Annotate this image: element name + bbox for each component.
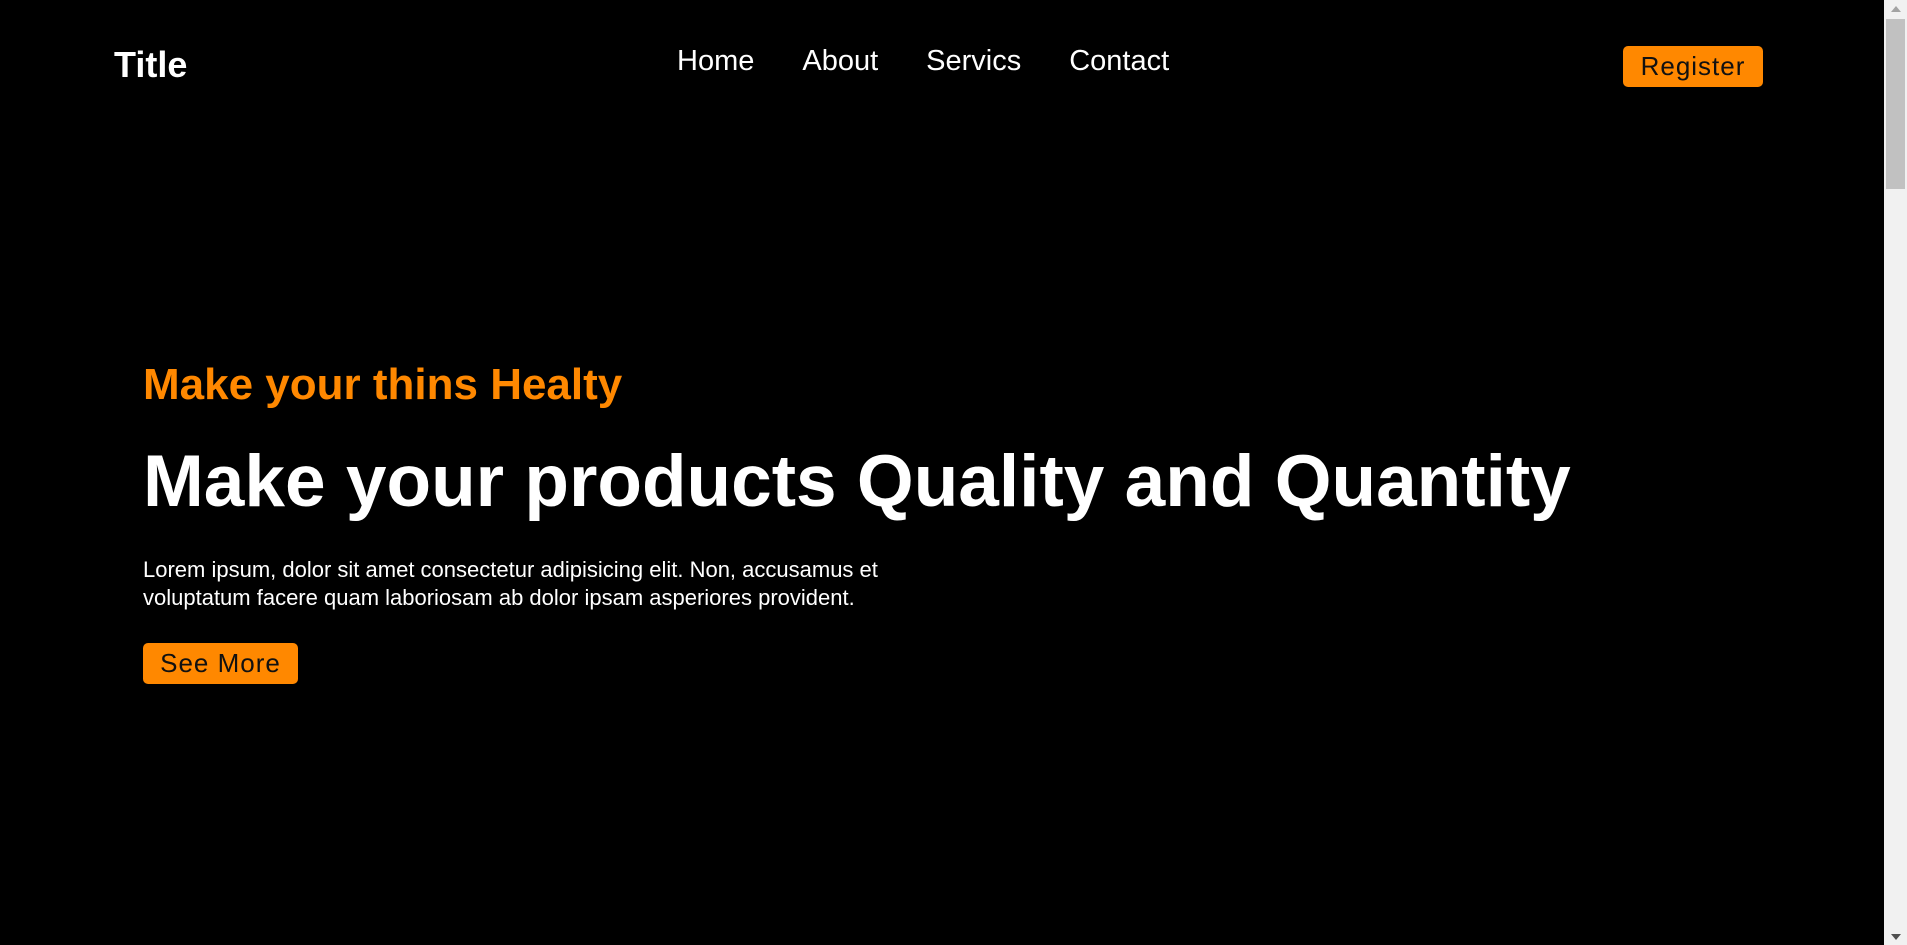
page-viewport: Title Home About Servics Contact Registe…	[0, 0, 1884, 945]
scroll-down-arrow-icon[interactable]	[1884, 928, 1907, 945]
main-nav: Home About Servics Contact	[677, 42, 1169, 80]
hero-headline: Make your products Quality and Quantity	[143, 441, 1571, 522]
nav-link-home[interactable]: Home	[677, 42, 754, 80]
vertical-scrollbar[interactable]	[1884, 0, 1907, 945]
brand-title[interactable]: Title	[114, 44, 187, 86]
hero-description: Lorem ipsum, dolor sit amet consectetur …	[143, 557, 878, 610]
see-more-button[interactable]: See More	[143, 643, 298, 684]
scroll-up-arrow-icon[interactable]	[1884, 0, 1907, 17]
nav-link-contact[interactable]: Contact	[1069, 42, 1169, 80]
nav-link-services[interactable]: Servics	[926, 42, 1021, 80]
nav-link-about[interactable]: About	[802, 42, 878, 80]
scrollbar-thumb[interactable]	[1886, 19, 1905, 189]
register-button[interactable]: Register	[1623, 46, 1763, 87]
hero-subtitle: Make your thins Healty	[143, 360, 623, 409]
